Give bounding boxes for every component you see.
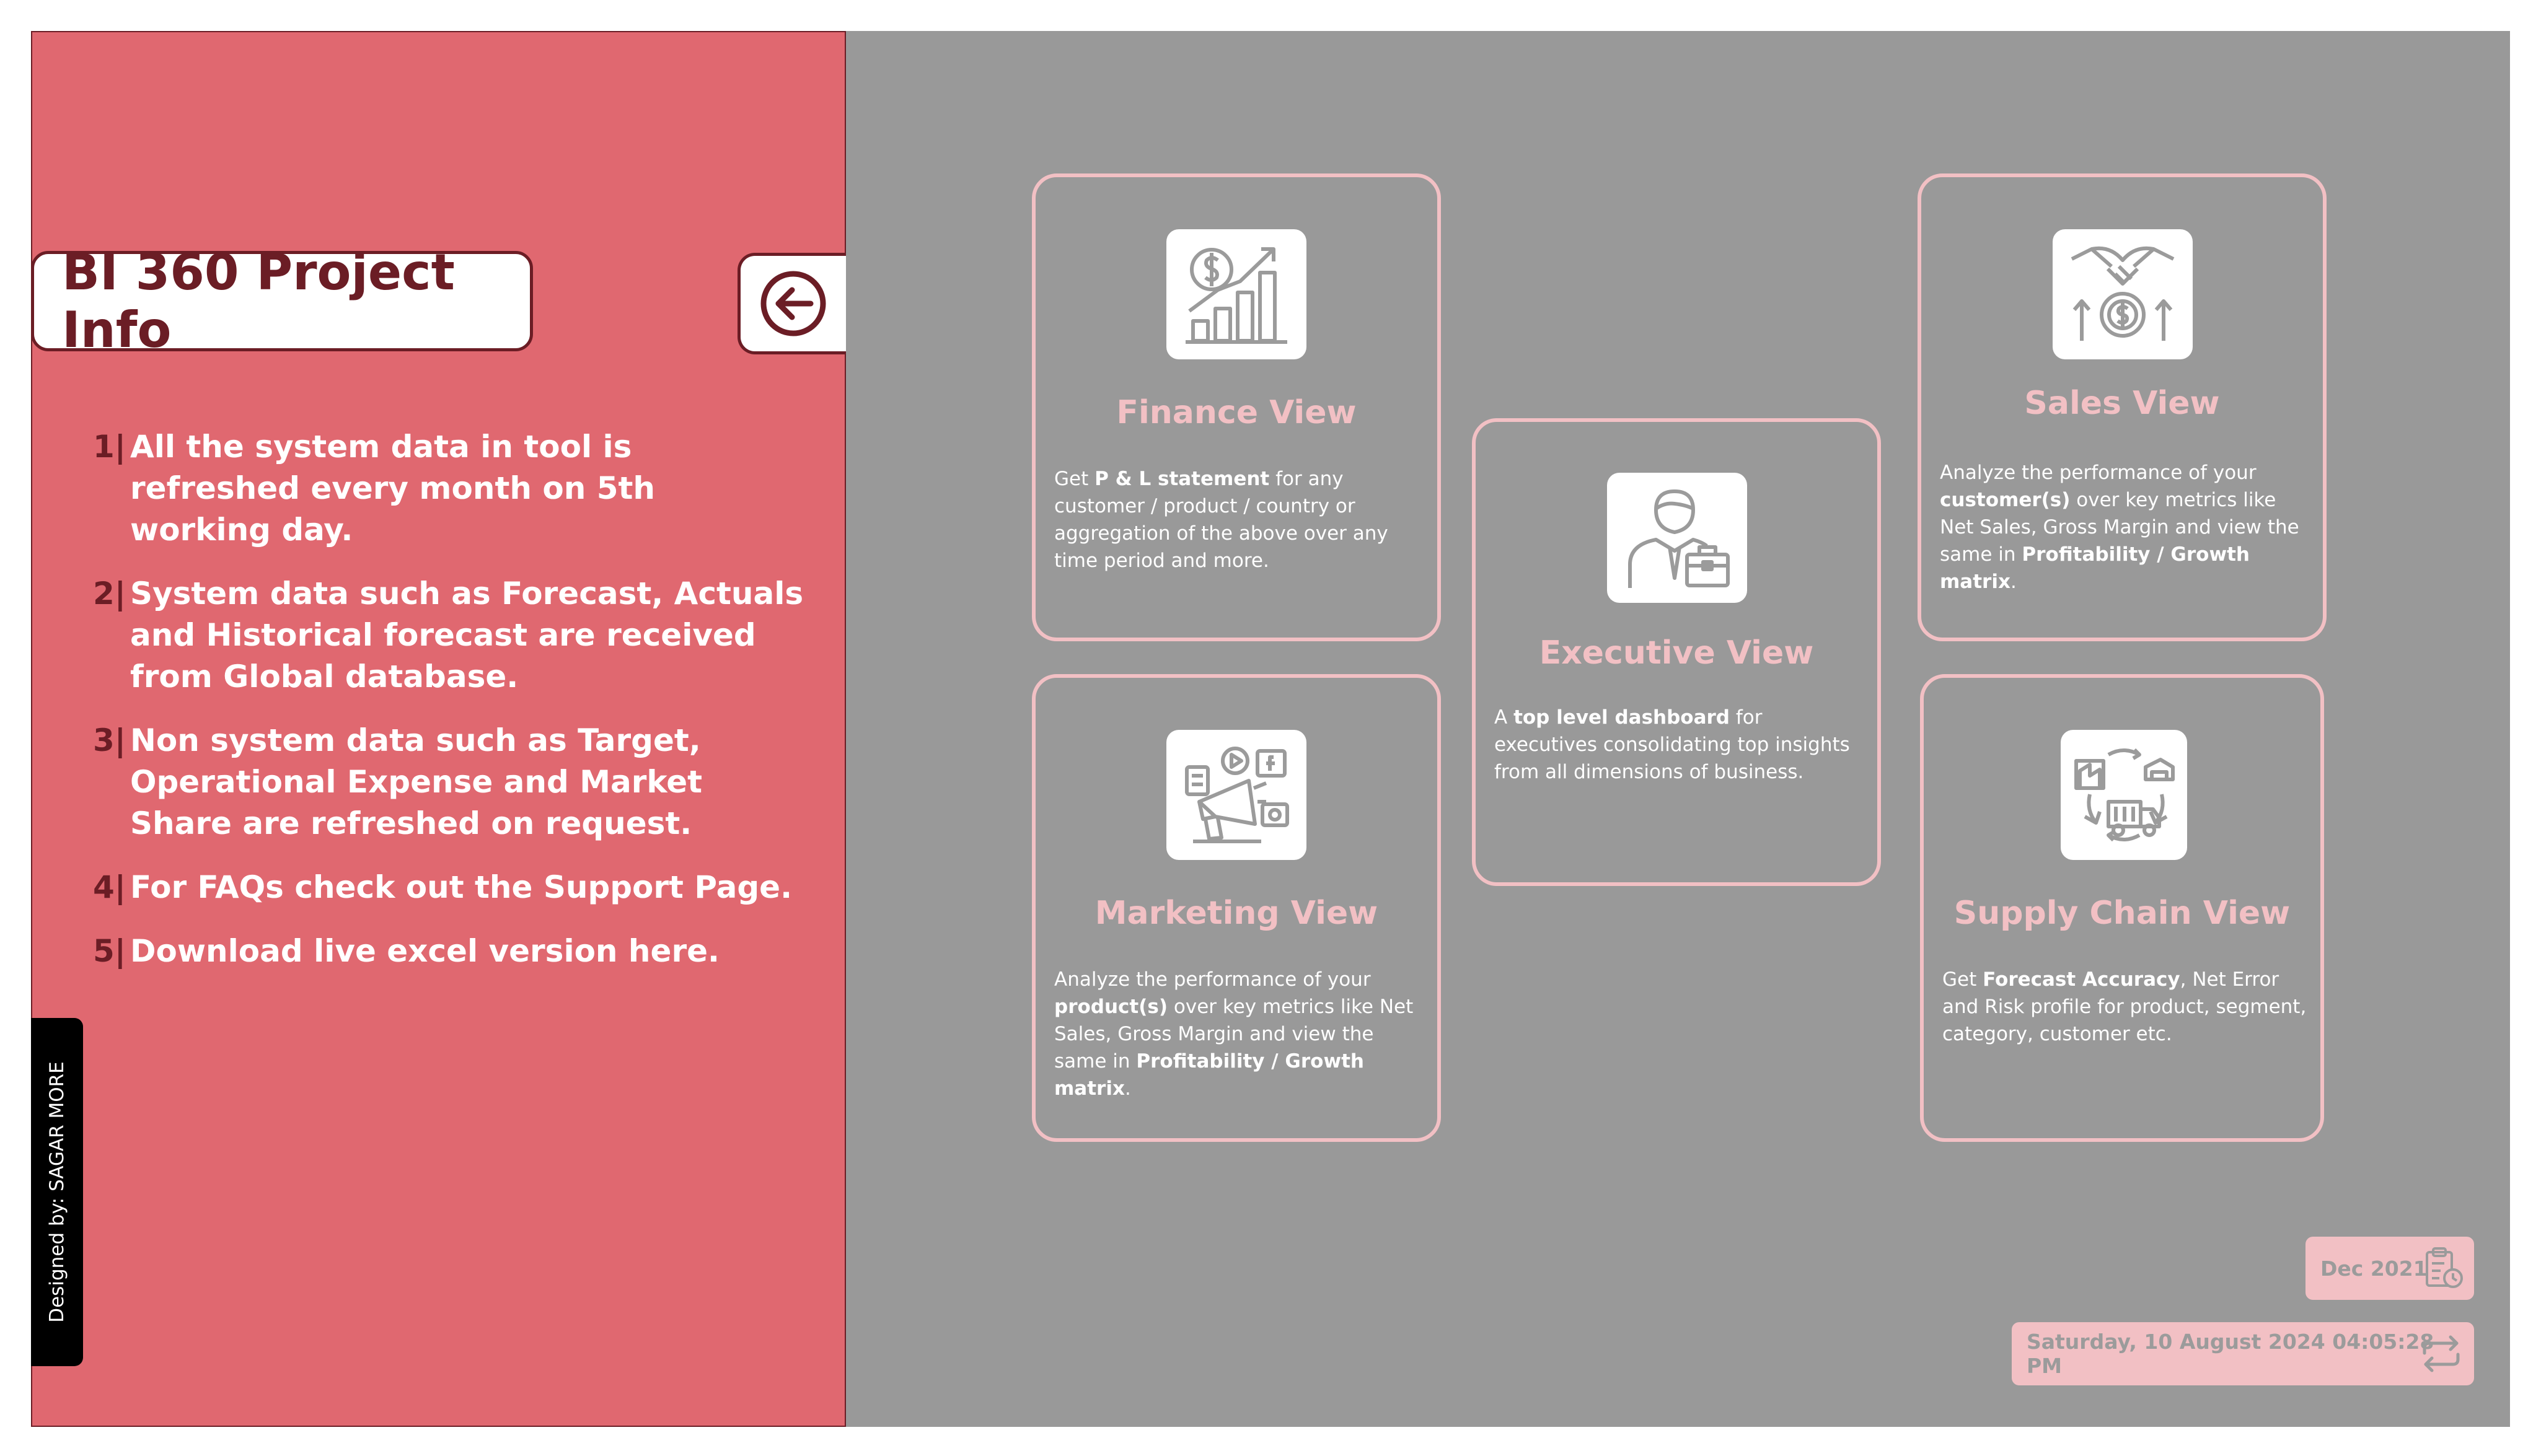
refresh-timestamp: Saturday, 10 August 2024 04:05:28 PM	[2027, 1330, 2434, 1378]
card-description: Analyze the performance of your product(…	[1054, 968, 1414, 1100]
finance-view-card[interactable]: Finance View Get P & L statement for any…	[1032, 173, 1441, 641]
support-page-link[interactable]: For FAQs check out the Support Page.	[130, 867, 792, 908]
info-list: 1| All the system data in tool is refres…	[93, 426, 806, 994]
info-item: 2| System data such as Forecast, Actuals…	[93, 573, 806, 698]
refresh-icon[interactable]	[2420, 1335, 2463, 1373]
marketing-view-card[interactable]: Marketing View Analyze the performance o…	[1032, 674, 1441, 1142]
supply-chain-icon	[2061, 730, 2187, 860]
supply-chain-view-card[interactable]: Supply Chain View Get Forecast Accuracy,…	[1920, 674, 2324, 1142]
designer-credit: Designed by: SAGAR MORE	[46, 1061, 69, 1323]
refresh-timestamp-bar[interactable]: Saturday, 10 August 2024 04:05:28 PM	[2012, 1322, 2474, 1385]
executive-view-card[interactable]: Executive View A top level dashboard for…	[1472, 418, 1881, 886]
info-item: 3| Non system data such as Target, Opera…	[93, 720, 806, 844]
card-description: Get P & L statement for any customer / p…	[1054, 468, 1388, 572]
sales-view-card[interactable]: Sales View Analyze the performance of yo…	[1918, 173, 2327, 641]
info-number: 2|	[93, 576, 126, 612]
period-badge[interactable]: Dec 2021	[2305, 1237, 2474, 1300]
card-description: Analyze the performance of your customer…	[1940, 462, 2299, 593]
calendar-clock-icon	[2426, 1247, 2463, 1288]
info-item[interactable]: 5| Download live excel version here.	[93, 931, 806, 972]
period-label: Dec 2021	[2320, 1256, 2428, 1281]
megaphone-media-icon	[1166, 730, 1306, 860]
info-number: 4|	[93, 869, 126, 905]
handshake-dollar-icon	[2053, 229, 2193, 359]
info-text: Non system data such as Target, Operatio…	[130, 722, 703, 841]
back-button[interactable]	[738, 253, 846, 354]
card-title: Finance View	[1116, 394, 1357, 431]
page-title: BI 360 Project Info	[62, 243, 455, 359]
info-number: 1|	[93, 429, 126, 465]
download-excel-link[interactable]: Download live excel version here.	[130, 931, 720, 972]
card-description: A top level dashboard for executives con…	[1494, 706, 1850, 783]
info-text: System data such as Forecast, Actuals an…	[130, 576, 804, 695]
card-description: Get Forecast Accuracy, Net Error and Ris…	[1942, 968, 2307, 1045]
info-number: 5|	[93, 933, 126, 969]
info-number: 3|	[93, 722, 126, 758]
card-title: Supply Chain View	[1953, 895, 2291, 932]
info-text: All the system data in tool is refreshed…	[130, 429, 656, 548]
card-title: Marketing View	[1094, 895, 1378, 932]
designer-tab: Designed by: SAGAR MORE	[31, 1018, 83, 1366]
info-item[interactable]: 4| For FAQs check out the Support Page.	[93, 867, 806, 908]
finance-growth-icon	[1166, 229, 1306, 359]
page-title-box: BI 360 Project Info	[31, 243, 533, 359]
arrow-left-circle-icon	[760, 271, 826, 336]
card-title: Executive View	[1539, 634, 1814, 672]
businessman-icon	[1607, 473, 1747, 603]
info-item: 1| All the system data in tool is refres…	[93, 426, 806, 551]
card-title: Sales View	[2024, 385, 2220, 422]
